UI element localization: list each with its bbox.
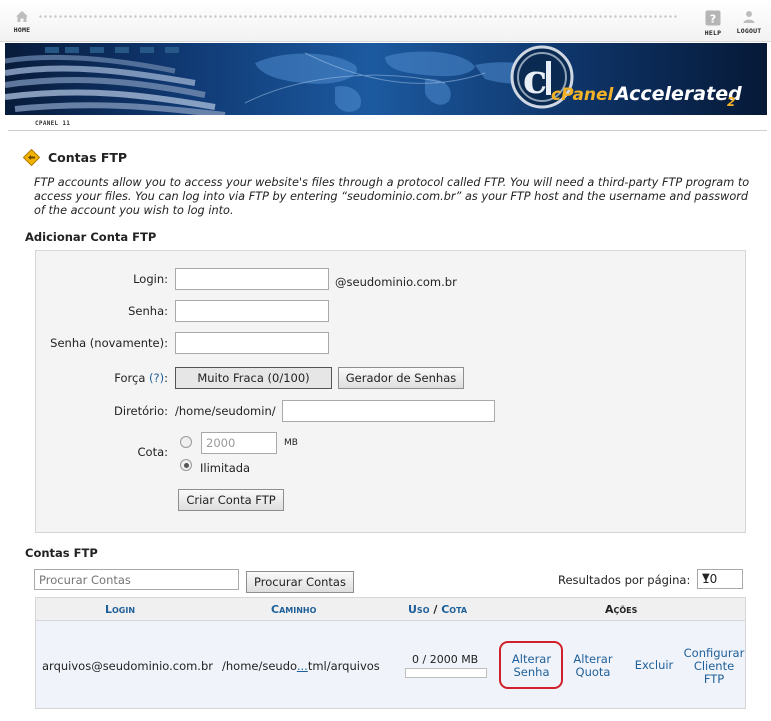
help-button[interactable]: ? HELP — [700, 10, 726, 37]
page-description: FTP accounts allow you to access your we… — [34, 176, 750, 217]
home-label: HOME — [13, 26, 31, 34]
accounts-heading: Contas FTP — [25, 546, 98, 560]
quota-unit: MB — [284, 438, 298, 448]
page-title: Contas FTP — [48, 150, 128, 165]
column-usage[interactable]: Uso — [408, 603, 430, 616]
directory-prefix: /home/seudomin/ — [175, 404, 276, 418]
home-button[interactable]: HOME — [9, 10, 35, 34]
change-password-link[interactable]: Alterar Senha — [504, 653, 559, 679]
help-icon: ? — [705, 10, 721, 26]
nav-divider-dots — [38, 14, 678, 20]
configure-line3: FTP — [703, 672, 725, 686]
quota-label: Cota: — [137, 445, 169, 459]
breadcrumb: CPANEL 11 — [8, 117, 767, 131]
svg-text:c: c — [523, 56, 547, 103]
svg-text:?: ? — [710, 13, 716, 26]
account-path-end: tml/arquivos — [307, 659, 380, 673]
password-again-input[interactable] — [175, 332, 329, 354]
search-button[interactable]: Procurar Contas — [246, 571, 354, 593]
logout-label: LOGOUT — [736, 27, 762, 35]
column-path[interactable]: Caminho — [271, 603, 316, 616]
dropdown-arrow-icon: ▼ — [702, 572, 710, 583]
home-icon — [16, 11, 28, 22]
quota-unlimited-label: Ilimitada — [200, 461, 251, 475]
strength-label-group: Força (?): — [114, 371, 168, 385]
per-page-label: Resultados por página: — [558, 573, 691, 587]
strength-help-link[interactable]: (?) — [149, 371, 164, 385]
accounts-table-header — [35, 597, 746, 621]
banner-version: 2 — [727, 95, 736, 109]
cpanel-banner: c cPanel Accelerated 2 — [5, 43, 767, 115]
directory-input[interactable] — [282, 400, 495, 422]
add-account-heading: Adicionar Conta FTP — [25, 230, 157, 244]
ftp-accounts-icon — [23, 149, 40, 166]
login-label: Login: — [133, 272, 168, 286]
delete-account-link[interactable]: Excluir — [630, 659, 678, 672]
top-nav: HOME ? HELP LOGOUT — [0, 0, 771, 42]
configure-ftp-client-link[interactable]: Configurar Cliente FTP — [682, 647, 746, 686]
password-strength-meter: Muito Fraca (0/100) — [175, 367, 332, 389]
account-login: arquivos@seudominio.com.br — [42, 659, 213, 673]
password-input[interactable] — [175, 300, 329, 322]
strength-colon: : — [164, 371, 168, 385]
quota-unlimited-radio[interactable] — [180, 459, 192, 471]
account-path-start: /home/seudo — [222, 659, 297, 673]
password-label: Senha: — [128, 304, 168, 318]
usage-progress-bar — [405, 668, 487, 678]
change-quota-link[interactable]: Alterar Quota — [566, 653, 620, 679]
banner-tagline: Accelerated — [615, 83, 742, 105]
breadcrumb-home[interactable]: CPANEL 11 — [35, 120, 70, 127]
strength-label: Força — [114, 371, 146, 385]
password-again-label: Senha (novamente): — [50, 336, 168, 350]
change-password-line2: Senha — [513, 665, 550, 679]
help-label: HELP — [704, 29, 722, 37]
logout-button[interactable]: LOGOUT — [733, 10, 765, 35]
column-quota[interactable]: Cota — [441, 603, 467, 616]
add-account-form — [35, 250, 746, 533]
account-usage: 0 / 2000 MB — [412, 653, 479, 666]
create-account-button[interactable]: Criar Conta FTP — [178, 489, 284, 511]
password-generator-button[interactable]: Gerador de Senhas — [338, 367, 464, 389]
login-input[interactable] — [175, 268, 329, 290]
logout-icon — [743, 11, 755, 23]
quota-input[interactable] — [201, 432, 277, 454]
search-input[interactable] — [34, 569, 239, 590]
domain-suffix: @seudominio.com.br — [335, 275, 457, 289]
directory-label: Diretório: — [114, 404, 168, 418]
quota-limited-radio[interactable] — [180, 436, 192, 448]
column-login[interactable]: Login — [105, 603, 135, 616]
change-quota-line2: Quota — [575, 665, 611, 679]
column-usage-quota: Uso / Cota — [408, 603, 467, 616]
path-expand-link[interactable]: ... — [297, 659, 308, 673]
banner-brand: cPanel — [551, 85, 614, 105]
column-actions: Ações — [605, 603, 638, 616]
per-page-select[interactable]: 10 ▼ — [697, 569, 743, 589]
account-path: /home/seudo...tml/arquivos — [222, 659, 380, 673]
column-separator: / — [433, 603, 438, 616]
